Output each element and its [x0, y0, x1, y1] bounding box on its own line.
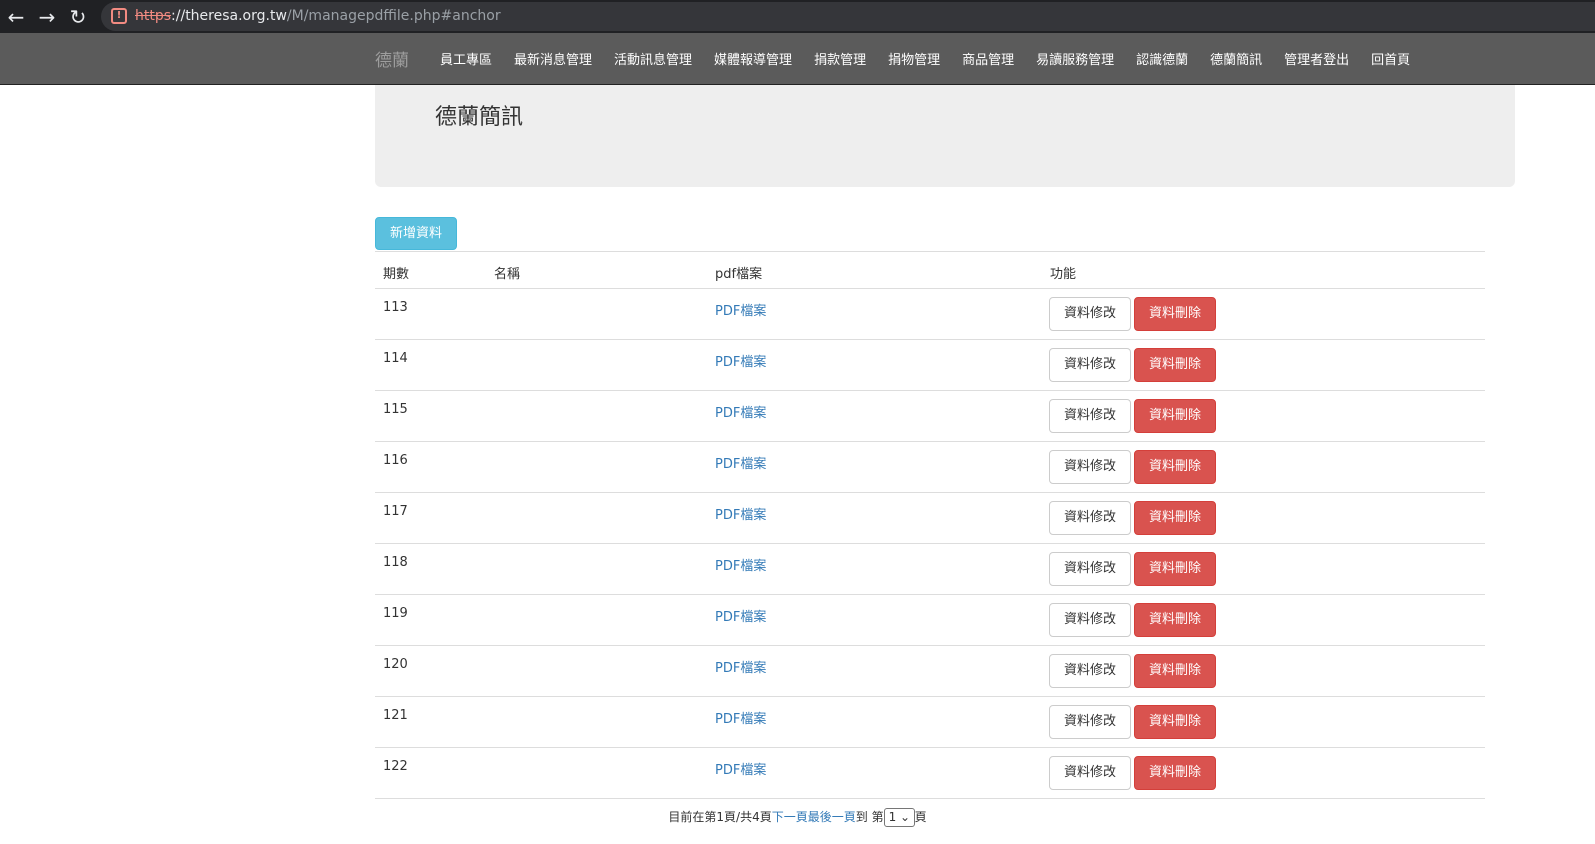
nav-item-4[interactable]: 捐款管理	[814, 49, 866, 68]
delete-button[interactable]: 資料刪除	[1134, 654, 1216, 688]
delete-button[interactable]: 資料刪除	[1134, 603, 1216, 637]
goto-suffix: 頁	[914, 810, 927, 824]
issue-number: 114	[383, 351, 408, 366]
last-page-link[interactable]: 最後一頁	[808, 810, 856, 824]
newsletter-table: 期數 名稱 pdf檔案 功能 113 PDF檔案 資料修改 資料刪除 114 PDF檔案資…	[375, 251, 1485, 799]
table-row: 119 PDF檔案 資料修改 資料刪除	[375, 594, 1485, 645]
edit-button[interactable]: 資料修改	[1049, 705, 1131, 739]
delete-button[interactable]: 資料刪除	[1134, 705, 1216, 739]
edit-button[interactable]: 資料修改	[1049, 297, 1131, 331]
issue-number: 115	[383, 402, 408, 417]
header-actions: 功能	[1050, 267, 1077, 282]
table-row: 120 PDF檔案 資料修改 資料刪除	[375, 645, 1485, 696]
chevron-down-icon: ⌄	[900, 810, 911, 824]
table-bottom-border	[375, 798, 1485, 799]
url-scheme: https	[135, 8, 172, 24]
reload-icon[interactable]: ↻	[65, 4, 91, 30]
table-row: 118 PDF檔案 資料修改 資料刪除	[375, 543, 1485, 594]
nav-item-10[interactable]: 管理者登出	[1284, 49, 1349, 68]
pdf-link[interactable]: PDF檔案	[715, 759, 766, 778]
issue-number: 117	[383, 504, 408, 519]
nav-item-9[interactable]: 德蘭簡訊	[1210, 49, 1262, 68]
page-select[interactable]: 1 ⌄	[883, 808, 915, 827]
nav-item-11[interactable]: 回首頁	[1371, 49, 1410, 68]
delete-button[interactable]: 資料刪除	[1134, 756, 1216, 790]
nav-item-7[interactable]: 易讀服務管理	[1036, 49, 1114, 68]
page-header: 德蘭簡訊	[375, 85, 1515, 187]
navbar-brand[interactable]: 德蘭	[375, 46, 409, 71]
add-record-button[interactable]: 新增資料	[375, 217, 457, 250]
page-title: 德蘭簡訊	[435, 105, 524, 130]
pdf-link[interactable]: PDF檔案	[715, 708, 766, 727]
header-name: 名稱	[494, 267, 521, 282]
nav-item-1[interactable]: 最新消息管理	[514, 49, 592, 68]
not-secure-icon[interactable]: !	[111, 8, 127, 24]
site-navbar: 德蘭 員工專區 最新消息管理 活動訊息管理 媒體報導管理 捐款管理 捐物管理 商品管理 易讀服…	[0, 33, 1595, 85]
pdf-link[interactable]: PDF檔案	[715, 555, 766, 574]
table-row: 115 PDF檔案 資料修改 資料刪除	[375, 390, 1485, 441]
header-pdf: pdf檔案	[715, 267, 763, 282]
table-row: 121 PDF檔案 資料修改 資料刪除	[375, 696, 1485, 747]
page-select-value: 1	[888, 810, 897, 824]
pdf-link[interactable]: PDF檔案	[715, 300, 766, 319]
table-row: 114 PDF檔案 資料修改 資料刪除	[375, 339, 1485, 390]
pdf-link[interactable]: PDF檔案	[715, 402, 766, 421]
nav-item-0[interactable]: 員工專區	[440, 49, 492, 68]
url-path: /M/managepdffile.php#anchor	[286, 8, 501, 24]
table-row: 116 PDF檔案 資料修改 資料刪除	[375, 441, 1485, 492]
edit-button[interactable]: 資料修改	[1049, 501, 1131, 535]
header-issue: 期數	[383, 267, 410, 282]
nav-item-8[interactable]: 認識德蘭	[1136, 49, 1188, 68]
delete-button[interactable]: 資料刪除	[1134, 297, 1216, 331]
pdf-link[interactable]: PDF檔案	[715, 351, 766, 370]
pdf-link[interactable]: PDF檔案	[715, 606, 766, 625]
issue-number: 116	[383, 453, 408, 468]
delete-button[interactable]: 資料刪除	[1134, 501, 1216, 535]
issue-number: 122	[383, 759, 408, 774]
issue-number: 121	[383, 708, 408, 723]
edit-button[interactable]: 資料修改	[1049, 654, 1131, 688]
address-bar[interactable]: ! https://theresa.org.tw/M/managepdffile…	[101, 2, 1595, 31]
issue-number: 120	[383, 657, 408, 672]
table-row: 122 PDF檔案 資料修改 資料刪除	[375, 747, 1485, 798]
delete-button[interactable]: 資料刪除	[1134, 552, 1216, 586]
pdf-link[interactable]: PDF檔案	[715, 504, 766, 523]
delete-button[interactable]: 資料刪除	[1134, 348, 1216, 382]
issue-number: 119	[383, 606, 408, 621]
issue-number: 118	[383, 555, 408, 570]
url-text[interactable]: https://theresa.org.tw/M/managepdffile.p…	[135, 7, 501, 25]
nav-item-2[interactable]: 活動訊息管理	[614, 49, 692, 68]
forward-arrow-icon[interactable]: →	[34, 4, 60, 30]
edit-button[interactable]: 資料修改	[1049, 348, 1131, 382]
pagination: 目前在第1頁/共4頁下一頁最後一頁到 第1 ⌄ 頁	[0, 808, 1595, 827]
pdf-link[interactable]: PDF檔案	[715, 657, 766, 676]
nav-item-6[interactable]: 商品管理	[962, 49, 1014, 68]
back-arrow-icon[interactable]: ←	[3, 4, 29, 30]
table-row: 113 PDF檔案 資料修改 資料刪除	[375, 288, 1485, 339]
url-host: ://theresa.org.tw	[171, 8, 287, 24]
next-page-link[interactable]: 下一頁	[772, 810, 808, 824]
issue-number: 113	[383, 300, 408, 315]
delete-button[interactable]: 資料刪除	[1134, 399, 1216, 433]
table-row: 117 PDF檔案 資料修改 資料刪除	[375, 492, 1485, 543]
edit-button[interactable]: 資料修改	[1049, 603, 1131, 637]
delete-button[interactable]: 資料刪除	[1134, 450, 1216, 484]
page-status: 目前在第1頁/共4頁	[668, 810, 772, 824]
goto-prefix: 到 第	[855, 810, 884, 824]
table-header-row: 期數 名稱 pdf檔案 功能	[375, 251, 1485, 288]
edit-button[interactable]: 資料修改	[1049, 552, 1131, 586]
edit-button[interactable]: 資料修改	[1049, 756, 1131, 790]
pdf-link[interactable]: PDF檔案	[715, 453, 766, 472]
browser-toolbar: ← → ↻ ! https://theresa.org.tw/M/managep…	[0, 0, 1595, 33]
edit-button[interactable]: 資料修改	[1049, 399, 1131, 433]
nav-item-3[interactable]: 媒體報導管理	[714, 49, 792, 68]
nav-item-5[interactable]: 捐物管理	[888, 49, 940, 68]
edit-button[interactable]: 資料修改	[1049, 450, 1131, 484]
